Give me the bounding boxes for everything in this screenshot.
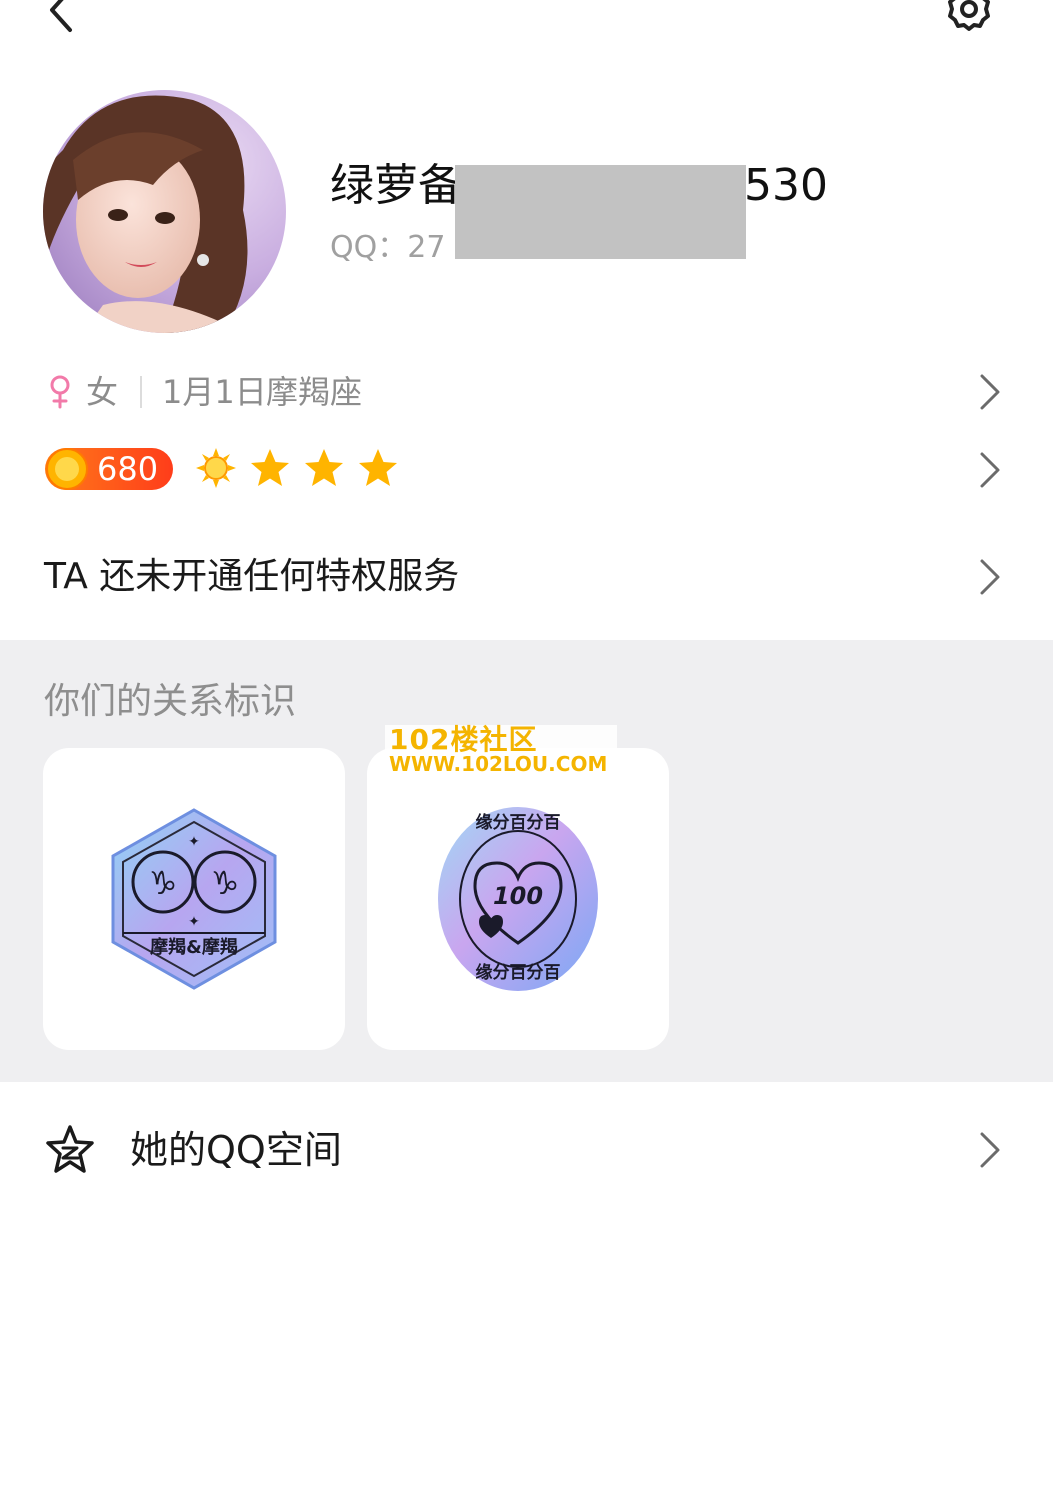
redaction-block [455, 165, 746, 259]
avatar[interactable] [43, 90, 286, 333]
chevron-left-icon [50, 0, 72, 32]
qzone-star-icon [46, 1125, 94, 1173]
level-row[interactable]: 680 [0, 434, 1053, 506]
basic-info-row[interactable]: 女 1月1日 摩羯座 [0, 356, 1053, 428]
watermark-title: 102楼社区 [389, 723, 538, 756]
gender-label: 女 [86, 373, 119, 411]
privilege-row[interactable]: TA 还未开通任何特权服务 [0, 541, 1053, 613]
nickname-start: 绿萝备 [330, 160, 462, 211]
chevron-right-icon [980, 374, 1000, 410]
qzone-row[interactable]: 她的QQ空间 [0, 1112, 1053, 1188]
fate-badge-card[interactable]: 100 缘分百分百 缘分百分百 [367, 748, 669, 1050]
coin-icon [46, 448, 88, 490]
svg-text:♑: ♑ [149, 864, 178, 902]
svg-text:✦: ✦ [188, 834, 200, 850]
settings-button[interactable] [944, 0, 994, 36]
nickname: 绿萝备 530 [330, 158, 828, 214]
constellation-badge-label: 摩羯&摩羯 [150, 937, 238, 958]
divider [140, 376, 142, 408]
chevron-right-icon [980, 452, 1000, 488]
relation-section: 你们的关系标识 ♑ ♑ ✦ ✦ 摩羯&摩羯 100 缘分百分百 缘分百分百 10… [0, 640, 1053, 1082]
star-icon [305, 449, 343, 486]
level-value: 680 [97, 450, 159, 488]
fate-badge-number: 100 [492, 882, 544, 910]
level-badge: 680 [45, 448, 173, 490]
svg-text:✦: ✦ [188, 914, 200, 930]
relation-title: 你们的关系标识 [44, 681, 297, 722]
capricorn-badge-icon: ♑ ♑ ✦ ✦ [111, 808, 277, 990]
constellation-badge-card[interactable]: ♑ ♑ ✦ ✦ 摩羯&摩羯 [43, 748, 345, 1050]
gear-icon [948, 0, 990, 31]
chevron-right-icon [980, 1132, 1000, 1168]
back-button[interactable] [40, 0, 84, 36]
star-icon [359, 449, 397, 486]
fate-badge-top-label: 缘分百分百 [475, 813, 561, 833]
female-icon [50, 375, 70, 409]
star-icon [251, 449, 289, 486]
constellation-label: 摩羯座 [266, 373, 363, 411]
watermark: 102楼社区 WWW.102LOU.COM [385, 725, 617, 777]
watermark-url: WWW.102LOU.COM [389, 752, 608, 776]
nickname-end: 530 [744, 160, 828, 211]
chevron-right-icon [980, 559, 1000, 595]
sun-icon [196, 448, 236, 488]
privilege-text: TA 还未开通任何特权服务 [44, 556, 460, 597]
qzone-label: 她的QQ空间 [130, 1128, 342, 1172]
fate-badge-bottom-label: 缘分百分百 [475, 963, 561, 983]
qq-number: QQ：27 [330, 230, 446, 265]
birthday-label: 1月1日 [162, 373, 267, 411]
svg-text:♑: ♑ [211, 864, 240, 902]
